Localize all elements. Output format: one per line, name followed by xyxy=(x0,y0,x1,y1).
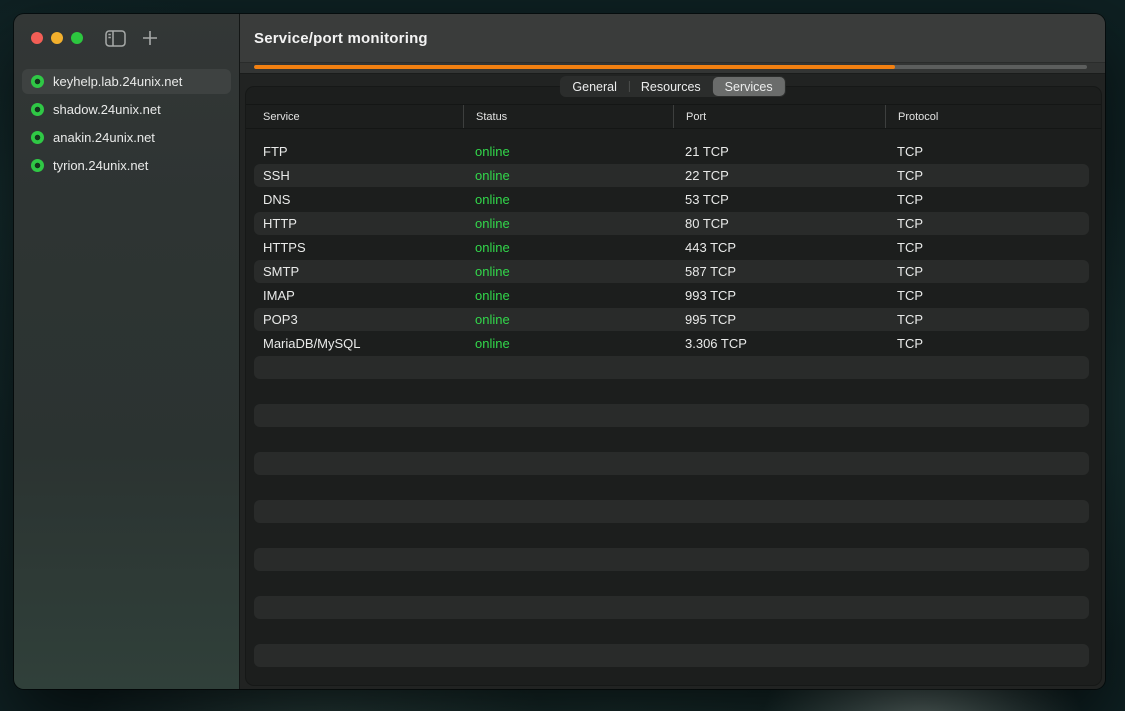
sidebar-item-server[interactable]: shadow.24unix.net xyxy=(22,97,231,122)
sidebar-toggle-icon[interactable] xyxy=(105,30,126,47)
cell-service: SMTP xyxy=(246,264,463,279)
table-row-empty xyxy=(246,403,1101,427)
cell-port: 22 TCP xyxy=(673,168,885,183)
table-row-empty xyxy=(246,547,1101,571)
table-row[interactable]: SSH online 22 TCP TCP xyxy=(246,163,1101,187)
server-status-dot-icon xyxy=(31,75,44,88)
table-row-empty xyxy=(246,475,1101,499)
cell-status: online xyxy=(463,264,673,279)
table-row[interactable]: FTP online 21 TCP TCP xyxy=(246,139,1101,163)
cell-port: 993 TCP xyxy=(673,288,885,303)
app-window: keyhelp.lab.24unix.net shadow.24unix.net… xyxy=(14,14,1105,689)
page-title: Service/port monitoring xyxy=(254,30,428,47)
cell-service: MariaDB/MySQL xyxy=(246,336,463,351)
cell-port: 443 TCP xyxy=(673,240,885,255)
progress-bar-fill xyxy=(254,65,895,69)
sidebar-item-server[interactable]: keyhelp.lab.24unix.net xyxy=(22,69,231,94)
table-row[interactable]: HTTP online 80 TCP TCP xyxy=(246,211,1101,235)
table-row-empty xyxy=(246,595,1101,619)
tab[interactable]: Resources xyxy=(629,77,713,96)
table-row-empty xyxy=(246,379,1101,403)
cell-port: 587 TCP xyxy=(673,264,885,279)
cell-status: online xyxy=(463,288,673,303)
server-label: shadow.24unix.net xyxy=(53,102,161,117)
server-status-dot-icon xyxy=(31,159,44,172)
cell-protocol: TCP xyxy=(885,144,1089,159)
add-server-plus-icon[interactable] xyxy=(142,30,158,46)
column-header[interactable]: Protocol xyxy=(885,105,1089,128)
cell-protocol: TCP xyxy=(885,264,1089,279)
progress-strip xyxy=(240,63,1105,74)
table-row[interactable]: HTTPS online 443 TCP TCP xyxy=(246,235,1101,259)
column-header[interactable]: Status xyxy=(463,105,673,128)
table-body: FTP online 21 TCP TCP SSH online 22 TCP … xyxy=(246,139,1101,686)
table-row[interactable]: SMTP online 587 TCP TCP xyxy=(246,259,1101,283)
sidebar: keyhelp.lab.24unix.net shadow.24unix.net… xyxy=(14,14,240,689)
close-button[interactable] xyxy=(31,32,43,44)
cell-port: 3.306 TCP xyxy=(673,336,885,351)
cell-protocol: TCP xyxy=(885,216,1089,231)
table-row[interactable]: DNS online 53 TCP TCP xyxy=(246,187,1101,211)
traffic-lights xyxy=(31,32,83,44)
cell-service: HTTPS xyxy=(246,240,463,255)
sidebar-item-server[interactable]: tyrion.24unix.net xyxy=(22,153,231,178)
table-row-empty xyxy=(246,451,1101,475)
cell-port: 21 TCP xyxy=(673,144,885,159)
cell-status: online xyxy=(463,216,673,231)
tab[interactable]: Services xyxy=(713,77,785,96)
table-header: Service Status Port Protocol xyxy=(246,104,1101,129)
progress-bar-track xyxy=(254,65,1087,69)
main-titlebar: Service/port monitoring xyxy=(240,14,1105,63)
table-row-empty xyxy=(246,499,1101,523)
services-panel: Service Status Port Protocol FTP online … xyxy=(245,86,1102,686)
cell-status: online xyxy=(463,336,673,351)
cell-protocol: TCP xyxy=(885,240,1089,255)
table-row-empty xyxy=(246,643,1101,667)
server-status-dot-icon xyxy=(31,103,44,116)
cell-service: POP3 xyxy=(246,312,463,327)
cell-status: online xyxy=(463,168,673,183)
server-list: keyhelp.lab.24unix.net shadow.24unix.net… xyxy=(14,62,239,178)
column-header[interactable]: Service xyxy=(246,105,463,128)
server-label: keyhelp.lab.24unix.net xyxy=(53,74,182,89)
cell-protocol: TCP xyxy=(885,192,1089,207)
content-area: General Resources Services Service Statu… xyxy=(240,74,1105,689)
cell-status: online xyxy=(463,240,673,255)
column-header[interactable]: Port xyxy=(673,105,885,128)
server-status-dot-icon xyxy=(31,131,44,144)
table-row[interactable]: IMAP online 993 TCP TCP xyxy=(246,283,1101,307)
tab[interactable]: General xyxy=(560,77,628,96)
server-label: tyrion.24unix.net xyxy=(53,158,148,173)
table-row[interactable]: MariaDB/MySQL online 3.306 TCP TCP xyxy=(246,331,1101,355)
sidebar-titlebar xyxy=(14,14,239,62)
cell-protocol: TCP xyxy=(885,288,1089,303)
table-row-empty xyxy=(246,667,1101,686)
table-row-empty xyxy=(246,523,1101,547)
minimize-button[interactable] xyxy=(51,32,63,44)
main-area: Service/port monitoring General Resource… xyxy=(240,14,1105,689)
zoom-button[interactable] xyxy=(71,32,83,44)
table-row[interactable]: POP3 online 995 TCP TCP xyxy=(246,307,1101,331)
table-row-empty xyxy=(246,355,1101,379)
cell-status: online xyxy=(463,312,673,327)
tab-bar: General Resources Services xyxy=(559,76,785,97)
table-row-empty xyxy=(246,427,1101,451)
cell-protocol: TCP xyxy=(885,168,1089,183)
cell-service: FTP xyxy=(246,144,463,159)
cell-status: online xyxy=(463,144,673,159)
cell-status: online xyxy=(463,192,673,207)
server-label: anakin.24unix.net xyxy=(53,130,155,145)
table-row-empty xyxy=(246,571,1101,595)
cell-port: 995 TCP xyxy=(673,312,885,327)
table-row-empty xyxy=(246,619,1101,643)
cell-port: 53 TCP xyxy=(673,192,885,207)
cell-protocol: TCP xyxy=(885,336,1089,351)
cell-service: SSH xyxy=(246,168,463,183)
cell-service: HTTP xyxy=(246,216,463,231)
sidebar-item-server[interactable]: anakin.24unix.net xyxy=(22,125,231,150)
cell-protocol: TCP xyxy=(885,312,1089,327)
cell-service: DNS xyxy=(246,192,463,207)
cell-service: IMAP xyxy=(246,288,463,303)
cell-port: 80 TCP xyxy=(673,216,885,231)
